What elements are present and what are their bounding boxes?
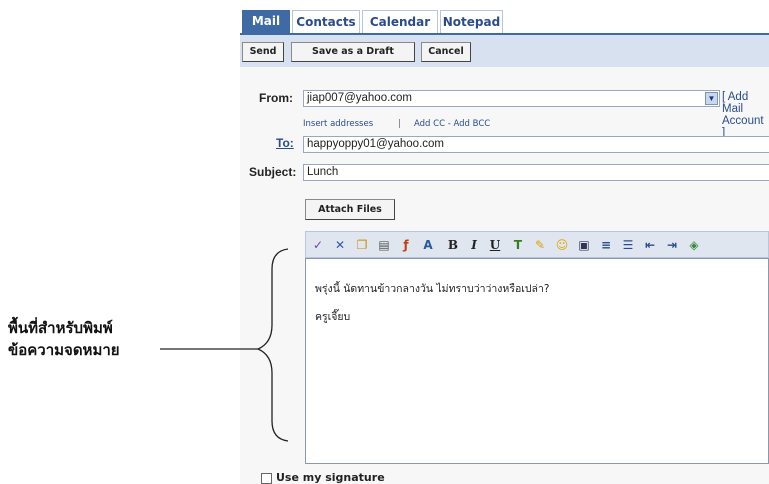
- spellcheck-icon[interactable]: ✓: [310, 237, 326, 253]
- tab-calendar[interactable]: Calendar: [362, 10, 438, 33]
- annotation-line-1: พื้นที่สำหรับพิมพ์: [8, 319, 113, 337]
- tab-mail[interactable]: Mail: [242, 10, 290, 33]
- emoticon-icon[interactable]: ☺: [554, 237, 570, 253]
- indent-icon[interactable]: ⇥: [664, 237, 680, 253]
- annotation-line-2: ข้อความจดหมาย: [8, 341, 120, 359]
- callout-bracket: [160, 248, 289, 442]
- outdent-icon[interactable]: ⇤: [642, 237, 658, 253]
- use-signature-label: Use my signature: [276, 471, 385, 484]
- font-size-icon[interactable]: A: [420, 237, 436, 253]
- message-line-2: ครูเจี๊ยบ: [315, 311, 351, 323]
- from-label: From:: [259, 91, 293, 105]
- copy-icon[interactable]: ❐: [354, 237, 370, 253]
- paste-icon[interactable]: ▤: [376, 237, 392, 253]
- insert-image-icon[interactable]: ▣: [576, 237, 592, 253]
- from-value: jiap007@yahoo.com: [307, 92, 413, 104]
- link-separator: |: [398, 119, 401, 129]
- cancel-button[interactable]: Cancel: [421, 42, 471, 62]
- attach-files-button[interactable]: Attach Files: [305, 199, 395, 220]
- send-button[interactable]: Send: [242, 42, 284, 62]
- underline-icon[interactable]: U: [487, 237, 503, 253]
- link-icon[interactable]: ◈: [686, 237, 702, 253]
- to-field[interactable]: happyoppy01@yahoo.com: [303, 136, 769, 153]
- font-icon[interactable]: ƒ: [398, 237, 414, 253]
- from-select[interactable]: jiap007@yahoo.com ▼: [303, 90, 720, 107]
- bullet-list-icon[interactable]: ☰: [620, 237, 636, 253]
- highlight-icon[interactable]: ✎: [532, 237, 548, 253]
- add-cc-bcc-link[interactable]: Add CC - Add BCC: [414, 119, 490, 129]
- chevron-down-icon[interactable]: ▼: [705, 92, 718, 105]
- text-color-icon[interactable]: T: [510, 237, 526, 253]
- add-mail-account-link[interactable]: [ Add Mail Account ]: [722, 91, 769, 139]
- insert-addresses-link[interactable]: Insert addresses: [303, 119, 373, 129]
- italic-icon[interactable]: I: [466, 237, 482, 253]
- to-label-link[interactable]: To:: [276, 136, 294, 150]
- align-icon[interactable]: ≡: [598, 237, 614, 253]
- message-body-editor[interactable]: พรุ่งนี้ นัดทานข้าวกลางวัน ไม่ทราบว่าว่า…: [305, 258, 769, 464]
- tab-contacts[interactable]: Contacts: [292, 10, 360, 33]
- save-draft-button[interactable]: Save as a Draft: [291, 42, 415, 62]
- use-signature-checkbox[interactable]: [261, 473, 272, 484]
- message-line-1: พรุ่งนี้ นัดทานข้าวกลางวัน ไม่ทราบว่าว่า…: [315, 283, 550, 295]
- subject-field[interactable]: Lunch: [303, 164, 769, 181]
- tab-notepad[interactable]: Notepad: [440, 10, 503, 33]
- editor-toolbar: ✓ ✕ ❐ ▤ ƒ A B I U T ✎ ☺ ▣ ≡ ☰ ⇤ ⇥ ◈: [305, 231, 769, 258]
- bold-icon[interactable]: B: [445, 237, 461, 253]
- compose-toolbar: Send Save as a Draft Cancel: [240, 33, 769, 67]
- cut-icon[interactable]: ✕: [332, 237, 348, 253]
- subject-label: Subject:: [249, 165, 297, 179]
